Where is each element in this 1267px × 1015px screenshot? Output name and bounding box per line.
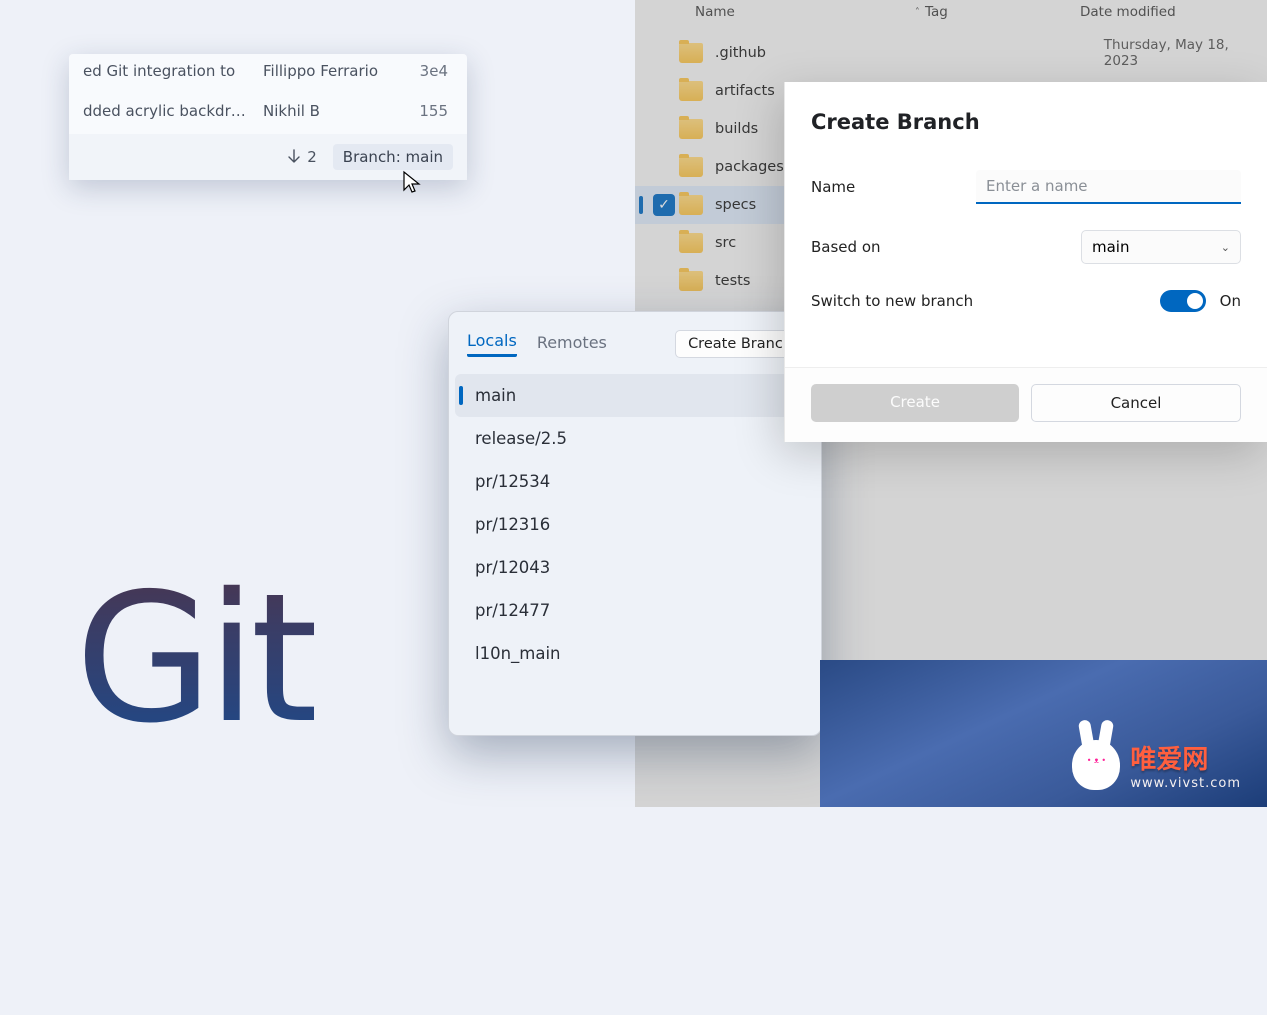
- name-label: Name: [811, 178, 976, 196]
- watermark-text: 唯爱网: [1130, 739, 1241, 776]
- commit-row[interactable]: ed Git integration to Fillippo Ferrario …: [69, 54, 467, 94]
- bunny-icon: • ᴥ •: [1072, 740, 1120, 790]
- checkbox-icon[interactable]: [653, 118, 675, 140]
- branch-item[interactable]: release/2.5: [455, 417, 815, 460]
- based-on-value: main: [1092, 238, 1129, 256]
- dialog-title: Create Branch: [785, 82, 1267, 152]
- branch-button[interactable]: Branch: main: [333, 144, 453, 170]
- cursor-icon: [402, 170, 422, 196]
- switch-label: Switch to new branch: [811, 292, 973, 310]
- commit-message: dded acrylic backdr…: [83, 102, 263, 120]
- name-row: Name: [811, 170, 1241, 204]
- folder-icon: [679, 119, 703, 139]
- folder-icon: [679, 81, 703, 101]
- branch-item[interactable]: pr/12316: [455, 503, 815, 546]
- branch-item[interactable]: l10n_main: [455, 632, 815, 675]
- commit-history-panel: ed Git integration to Fillippo Ferrario …: [69, 54, 467, 180]
- commit-message: ed Git integration to: [83, 62, 263, 80]
- create-branch-dialog: Create Branch Name Based on main ⌄ Switc…: [784, 82, 1267, 442]
- dialog-footer: Create Cancel: [785, 367, 1267, 442]
- file-name: .github: [715, 45, 1104, 61]
- based-on-row: Based on main ⌄: [811, 230, 1241, 264]
- branch-list: mainrelease/2.5pr/12534pr/12316pr/12043p…: [449, 364, 821, 735]
- based-on-label: Based on: [811, 238, 976, 256]
- watermark: • ᴥ • 唯爱网 www.vivst.com: [1072, 739, 1241, 791]
- branch-item[interactable]: main: [455, 374, 815, 417]
- checkbox-icon[interactable]: [653, 80, 675, 102]
- create-button[interactable]: Create: [811, 384, 1019, 422]
- folder-icon: [679, 271, 703, 291]
- file-row[interactable]: .githubThursday, May 18, 2023: [635, 34, 1267, 72]
- git-logo: Git: [75, 555, 314, 762]
- branch-name-input[interactable]: [976, 170, 1241, 204]
- commit-hash: 155: [408, 102, 448, 120]
- commit-hash: 3e4: [408, 62, 448, 80]
- commit-row[interactable]: dded acrylic backdr… Nikhil B 155: [69, 94, 467, 134]
- branch-item[interactable]: pr/12534: [455, 460, 815, 503]
- branch-picker-flyout: Locals Remotes Create Branch mainrelease…: [448, 311, 822, 736]
- commit-author: Fillippo Ferrario: [263, 62, 408, 80]
- file-date: Thursday, May 18, 2023: [1104, 37, 1267, 69]
- sort-caret-icon: ˄: [915, 7, 920, 18]
- switch-state: On: [1220, 292, 1241, 310]
- checkbox-icon[interactable]: [653, 42, 675, 64]
- branch-item[interactable]: pr/12477: [455, 589, 815, 632]
- based-on-select[interactable]: main ⌄: [1081, 230, 1241, 264]
- column-tag[interactable]: Tag: [925, 4, 1080, 20]
- chevron-down-icon: ⌄: [1221, 241, 1230, 254]
- branch-item[interactable]: pr/12043: [455, 546, 815, 589]
- dialog-body: Name Based on main ⌄ Switch to new branc…: [785, 152, 1267, 334]
- column-date[interactable]: Date modified: [1080, 4, 1176, 20]
- cancel-button[interactable]: Cancel: [1031, 384, 1241, 422]
- folder-icon: [679, 233, 703, 253]
- picker-header: Locals Remotes Create Branch: [449, 312, 821, 364]
- switch-toggle[interactable]: [1160, 290, 1206, 312]
- commit-author: Nikhil B: [263, 102, 408, 120]
- tab-remotes[interactable]: Remotes: [537, 333, 607, 356]
- switch-row: Switch to new branch On: [811, 290, 1241, 312]
- checkbox-icon[interactable]: [653, 232, 675, 254]
- bunny-face: • ᴥ •: [1072, 756, 1120, 765]
- checkbox-icon[interactable]: ✓: [653, 194, 675, 216]
- folder-icon: [679, 43, 703, 63]
- column-name[interactable]: Name: [695, 4, 735, 20]
- incoming-number: 2: [307, 148, 317, 166]
- folder-icon: [679, 195, 703, 215]
- explorer-columns[interactable]: Name ˄ Tag Date modified: [635, 0, 1267, 24]
- checkbox-icon[interactable]: [653, 270, 675, 292]
- watermark-url: www.vivst.com: [1130, 776, 1241, 791]
- tab-locals[interactable]: Locals: [467, 331, 517, 357]
- download-icon: [287, 149, 301, 165]
- checkbox-icon[interactable]: [653, 156, 675, 178]
- incoming-count[interactable]: 2: [287, 148, 317, 166]
- folder-icon: [679, 157, 703, 177]
